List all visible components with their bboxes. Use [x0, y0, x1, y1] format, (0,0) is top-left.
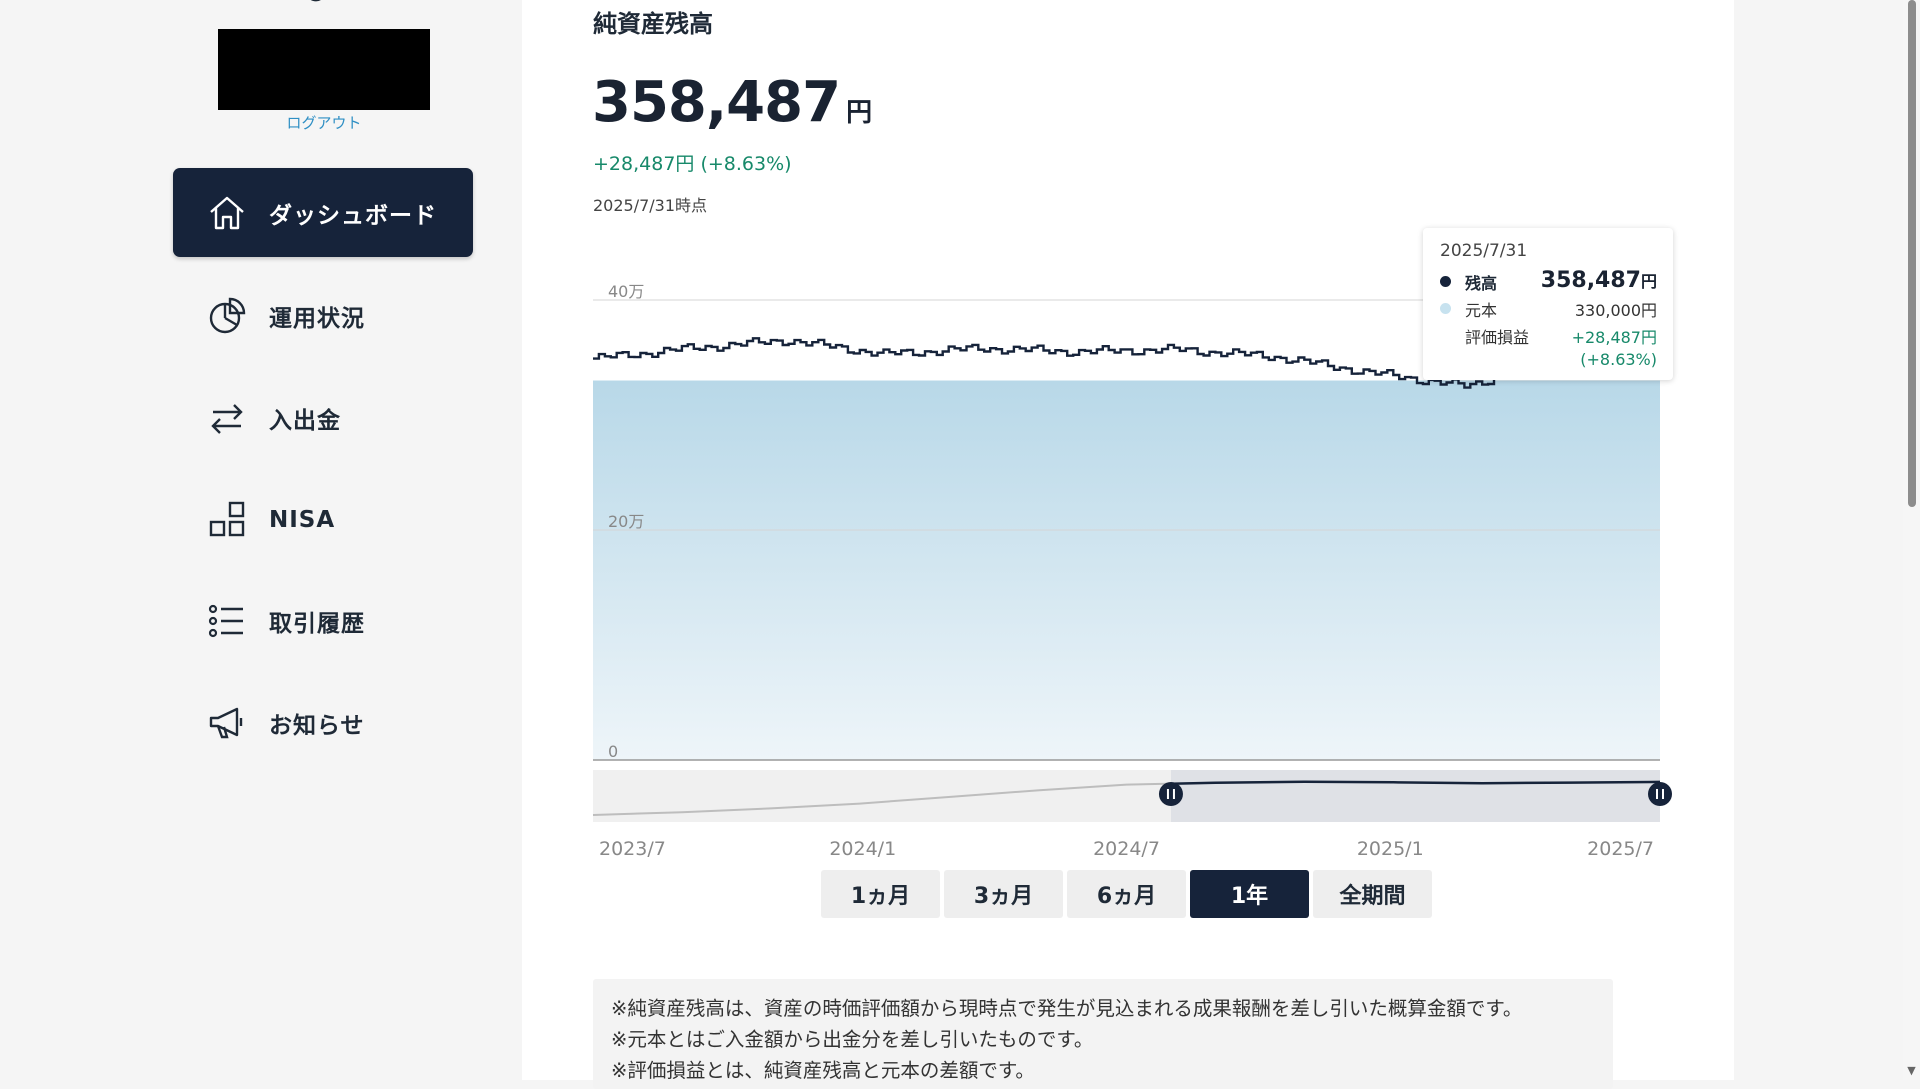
range-handle-start[interactable] — [1158, 782, 1183, 806]
y-tick-label: 0 — [608, 742, 618, 761]
range-6month-button[interactable]: 6ヵ月 — [1067, 870, 1186, 918]
tooltip-date: 2025/7/31 — [1440, 241, 1528, 261]
tooltip-pl-percent: (+8.63%) — [1580, 350, 1657, 369]
scroll-down-arrow-icon[interactable]: ▼ — [1904, 1064, 1919, 1078]
x-tick-label: 2025/7 — [1587, 838, 1654, 860]
tooltip-balance-unit: 円 — [1640, 272, 1657, 291]
scrollbar-thumb[interactable] — [1908, 0, 1916, 507]
tooltip-pl-label: 評価損益 — [1465, 328, 1530, 347]
tooltip-principal-value: 330,000円 — [1574, 301, 1657, 320]
range-1year-button[interactable]: 1年 — [1190, 870, 1309, 918]
range-3month-button[interactable]: 3ヵ月 — [944, 870, 1063, 918]
handle-knob — [1648, 782, 1672, 806]
principal-area — [593, 380, 1660, 760]
navigator-selected-line — [1170, 780, 1661, 785]
chart-tooltip: 2025/7/31 残高 358,487円 元本 330,000円 評価損益 +… — [1423, 228, 1673, 380]
y-tick-label: 20万 — [608, 512, 644, 531]
x-tick-label: 2025/1 — [1357, 838, 1424, 860]
tooltip-balance-number: 358,487 — [1540, 268, 1641, 293]
y-tick-label: 40万 — [608, 282, 644, 301]
range-all-button[interactable]: 全期間 — [1313, 870, 1432, 918]
x-tick-label: 2023/7 — [599, 838, 666, 860]
principal-legend-dot — [1440, 303, 1451, 314]
navigator-selection — [1170, 770, 1660, 822]
x-tick-label: 2024/1 — [829, 838, 896, 860]
note-line: ※評価損益とは、純資産残高と元本の差額です。 — [611, 1059, 1035, 1082]
range-1month-button[interactable]: 1ヵ月 — [821, 870, 940, 918]
tooltip-balance-value: 358,487円 — [1541, 268, 1657, 293]
note-line: ※純資産残高は、資産の時価評価額から現時点で発生が見込まれる成果報酬を差し引いた… — [611, 997, 1523, 1020]
tooltip-principal-label: 元本 — [1465, 301, 1498, 320]
note-line: ※元本とはご入金額から出金分を差し引いたものです。 — [611, 1028, 1094, 1051]
tooltip-pl-value: +28,487円 — [1571, 328, 1657, 347]
range-handle-end[interactable] — [1648, 782, 1672, 806]
notes-box: ※純資産残高は、資産の時価評価額から現時点で発生が見込まれる成果報酬を差し引いた… — [593, 979, 1613, 1089]
handle-knob — [1158, 782, 1183, 806]
range-selector: 1ヵ月 3ヵ月 6ヵ月 1年 全期間 — [821, 870, 1436, 918]
balance-chart[interactable]: 40万 20万 0 2023/7 2024/1 2024/7 2025/1 2025/7 — [0, 0, 1920, 1080]
tooltip-balance-label: 残高 — [1465, 274, 1498, 293]
x-tick-label: 2024/7 — [1093, 838, 1160, 860]
balance-legend-dot — [1440, 276, 1451, 287]
